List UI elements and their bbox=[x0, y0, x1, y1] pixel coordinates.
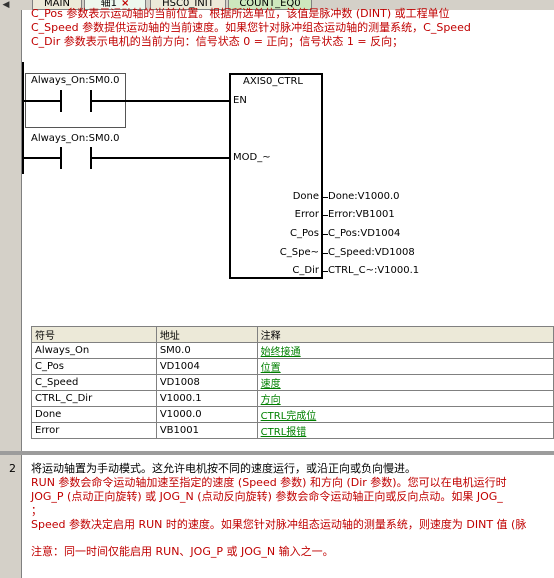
network2-comment-line: RUN 参数会命令运动轴加速至指定的速度 (Speed 参数) 和方向 (Dir… bbox=[31, 476, 507, 489]
output-operand-c-speed[interactable]: C_Speed:VD1008 bbox=[328, 247, 415, 258]
network1-comment-line: C_Pos 参数表示运动轴的当前位置。根据所选单位，该值是脉冲数 (DINT) … bbox=[31, 7, 450, 20]
network-number: 2 bbox=[9, 462, 16, 475]
block-input-en: EN bbox=[233, 95, 247, 106]
network2-gutter: 2 bbox=[0, 455, 22, 578]
network1-comment-line: C_Dir 参数表示电机的当前方向：信号状态 0 = 正向；信号状态 1 = 反… bbox=[31, 35, 404, 48]
rung-wire bbox=[90, 157, 231, 159]
rung-wire bbox=[90, 100, 231, 102]
comment-cell: 速度 bbox=[256, 374, 554, 391]
output-wire bbox=[321, 215, 328, 216]
network2-comment-line: Speed 参数决定启用 RUN 时的速度。如果您针对脉冲组态运动轴的测量系统，… bbox=[31, 518, 527, 531]
output-wire bbox=[321, 271, 328, 272]
block-output-c-pos: C_Pos bbox=[290, 228, 319, 239]
network2-comment-line: 将运动轴置为手动模式。这允许电机按不同的速度运行，或沿正向或负向慢进。 bbox=[31, 462, 416, 475]
symbol-cell: C_Pos bbox=[31, 358, 157, 375]
address-cell: VD1008 bbox=[155, 374, 258, 391]
rung-wire bbox=[24, 157, 62, 159]
block-output-c-speed: C_Spe~ bbox=[279, 247, 319, 258]
network2-comment-line: ； bbox=[31, 504, 42, 517]
block-output-c-dir: C_Dir bbox=[292, 265, 319, 276]
network-divider[interactable] bbox=[0, 451, 554, 455]
address-cell: V1000.1 bbox=[155, 390, 258, 407]
output-operand-error[interactable]: Error:VB1001 bbox=[328, 209, 395, 220]
column-header-comment: 注释 bbox=[256, 326, 554, 343]
contact-left-bar[interactable] bbox=[60, 147, 62, 169]
symbol-cell: C_Speed bbox=[31, 374, 157, 391]
comment-cell: CTRL完成位 bbox=[256, 406, 554, 423]
comment-cell: 始终接通 bbox=[256, 342, 554, 359]
column-header-symbol: 符号 bbox=[31, 326, 157, 343]
block-input-mod: MOD_~ bbox=[233, 152, 271, 163]
table-row[interactable]: C_Pos VD1004 位置 bbox=[31, 358, 554, 375]
network2-comment-line: 注意：同一时间仅能启用 RUN、JOG_P 或 JOG_N 输入之一。 bbox=[31, 545, 334, 558]
address-cell: VD1004 bbox=[155, 358, 258, 375]
table-row[interactable]: C_Speed VD1008 速度 bbox=[31, 374, 554, 391]
symbol-cell: CTRL_C_Dir bbox=[31, 390, 157, 407]
table-row[interactable]: Done V1000.0 CTRL完成位 bbox=[31, 406, 554, 423]
network1-comment-line: C_Speed 参数提供运动轴的当前速度。如果您针对脉冲组态运动轴的测量系统，C… bbox=[31, 21, 471, 34]
column-header-address: 地址 bbox=[155, 326, 258, 343]
symbol-table-header: 符号 地址 注释 bbox=[31, 326, 554, 343]
symbol-cell: Always_On bbox=[31, 342, 157, 359]
comment-cell: CTRL报错 bbox=[256, 422, 554, 439]
block-output-done: Done bbox=[292, 191, 319, 202]
output-operand-c-pos[interactable]: C_Pos:VD1004 bbox=[328, 228, 400, 239]
table-row[interactable]: Error VB1001 CTRL报错 bbox=[31, 422, 554, 439]
contact-label: Always_On:SM0.0 bbox=[31, 133, 120, 144]
comment-cell: 位置 bbox=[256, 358, 554, 375]
table-row[interactable]: Always_On SM0.0 始终接通 bbox=[31, 342, 554, 359]
symbol-table: 符号 地址 注释 Always_On SM0.0 始终接通 C_Pos VD10… bbox=[31, 326, 554, 439]
contact-left-bar[interactable] bbox=[60, 90, 62, 112]
output-wire bbox=[321, 234, 328, 235]
rung-wire bbox=[24, 100, 62, 102]
network1-gutter bbox=[0, 10, 22, 451]
table-row[interactable]: CTRL_C_Dir V1000.1 方向 bbox=[31, 390, 554, 407]
symbol-cell: Done bbox=[31, 406, 157, 423]
comment-cell: 方向 bbox=[256, 390, 554, 407]
contact-label: Always_On:SM0.0 bbox=[31, 75, 120, 86]
address-cell: V1000.0 bbox=[155, 406, 258, 423]
network2-comment-line: JOG_P (点动正向旋转) 或 JOG_N (点动反向旋转) 参数会命令运动轴… bbox=[31, 490, 503, 503]
address-cell: SM0.0 bbox=[155, 342, 258, 359]
output-operand-done[interactable]: Done:V1000.0 bbox=[328, 191, 400, 202]
tab-scroll-left-icon[interactable]: ◀ bbox=[1, 0, 11, 10]
block-output-error: Error bbox=[294, 209, 319, 220]
block-title: AXIS0_CTRL bbox=[243, 76, 303, 87]
address-cell: VB1001 bbox=[155, 422, 258, 439]
output-operand-c-dir[interactable]: CTRL_C~:V1000.1 bbox=[328, 265, 419, 276]
output-wire bbox=[321, 197, 328, 198]
symbol-cell: Error bbox=[31, 422, 157, 439]
output-wire bbox=[321, 253, 328, 254]
